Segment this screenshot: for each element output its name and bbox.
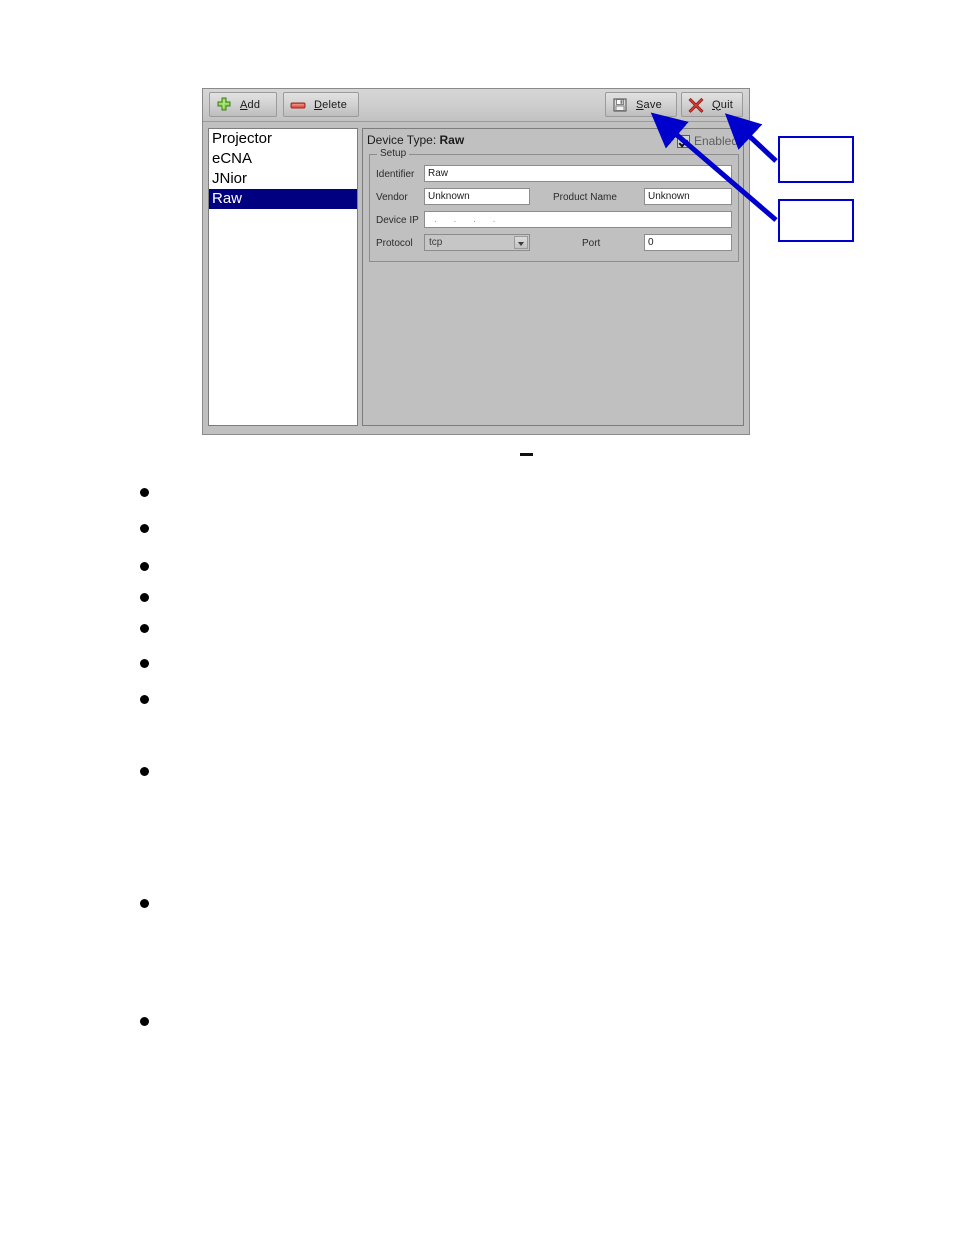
quit-button[interactable]: Quit [681, 92, 743, 117]
device-ip-input[interactable]: . . . . [424, 211, 732, 228]
callout-box-save [778, 199, 854, 242]
protocol-selected-value: tcp [429, 237, 443, 248]
list-item [140, 562, 149, 571]
list-item-projector[interactable]: Projector [209, 129, 357, 149]
vendor-row: Vendor Unknown Product Name Unknown [370, 188, 738, 207]
add-button[interactable]: Add [209, 92, 277, 117]
port-label: Port [582, 238, 601, 249]
save-button-label: Save [636, 98, 662, 111]
device-ip-label: Device IP [376, 215, 419, 226]
device-ip-value: . . . . [434, 214, 503, 225]
list-item [140, 695, 149, 704]
checkbox-box-icon [676, 134, 690, 148]
device-type-value: Raw [439, 133, 465, 147]
setup-group-title: Setup [377, 148, 410, 159]
device-ip-row: Device IP . . . . [370, 211, 738, 230]
callout-box-quit [778, 136, 854, 183]
vendor-label: Vendor [376, 192, 408, 203]
list-item [140, 899, 149, 908]
dialog-toolbar: Add Delete Save Quit [203, 89, 749, 122]
device-type-heading: Device Type: Raw [367, 133, 464, 147]
device-type-prefix: Device Type: [367, 133, 437, 147]
list-item [140, 659, 149, 668]
enabled-checkbox-label: Enabled [693, 134, 738, 148]
device-list[interactable]: Projector eCNA JNior Raw [208, 128, 358, 426]
protocol-label: Protocol [376, 238, 413, 249]
save-button[interactable]: Save [605, 92, 677, 117]
list-item [140, 624, 149, 633]
list-item [140, 593, 149, 602]
device-detail-panel: Device Type: Raw Enabled Setup Identifie… [362, 128, 744, 426]
product-name-label: Product Name [553, 192, 617, 203]
identifier-label: Identifier [376, 169, 415, 180]
enabled-checkbox[interactable]: Enabled [676, 134, 738, 148]
device-configuration-dialog: Add Delete Save Quit Projector eCNA JNio… [202, 88, 750, 435]
list-item-jnior[interactable]: JNior [209, 169, 357, 189]
vendor-input[interactable]: Unknown [424, 188, 530, 205]
list-item [140, 524, 149, 533]
setup-group: Setup Identifier Raw Vendor Unknown Prod… [369, 148, 739, 262]
port-input[interactable]: 0 [644, 234, 732, 251]
caption-dash-mark [520, 453, 533, 456]
list-item-raw[interactable]: Raw [209, 189, 357, 209]
list-item [140, 488, 149, 497]
quit-button-label: Quit [712, 98, 733, 111]
identifier-row: Identifier Raw [370, 165, 738, 184]
product-name-input[interactable]: Unknown [644, 188, 732, 205]
red-x-icon [688, 97, 704, 113]
protocol-row: Protocol tcp Port 0 [370, 234, 738, 253]
add-button-label: Add [240, 98, 261, 111]
protocol-select[interactable]: tcp [424, 234, 530, 251]
list-item [140, 1017, 149, 1026]
delete-button-label: Delete [314, 98, 348, 111]
list-item-ecna[interactable]: eCNA [209, 149, 357, 169]
floppy-disk-icon [612, 97, 628, 113]
list-item [140, 767, 149, 776]
delete-button[interactable]: Delete [283, 92, 359, 117]
plus-icon [216, 97, 232, 113]
chevron-down-icon[interactable] [514, 236, 528, 249]
minus-icon [290, 97, 306, 113]
identifier-input[interactable]: Raw [424, 165, 732, 182]
